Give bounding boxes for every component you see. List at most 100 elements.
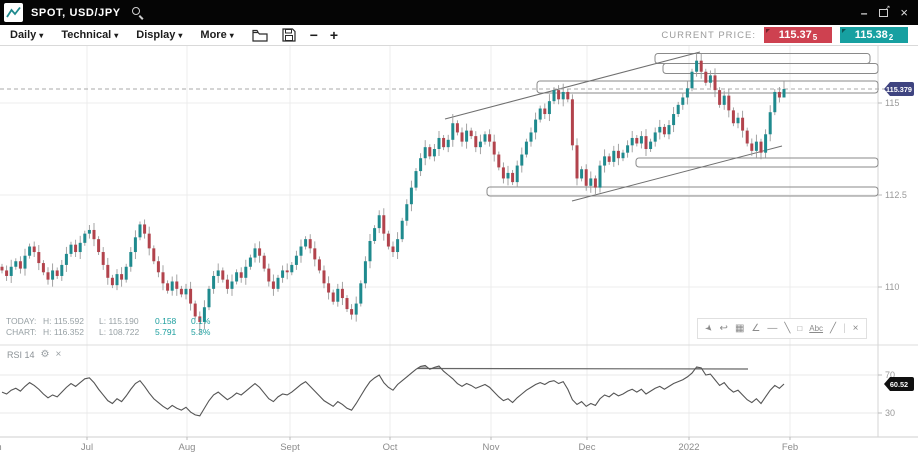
candle-up (562, 92, 565, 99)
zoom-out-button[interactable]: − (310, 28, 318, 42)
rsi-close-icon[interactable]: × (55, 349, 61, 360)
candle-up (244, 267, 247, 278)
candle-up (410, 188, 413, 205)
candle-up (626, 145, 629, 152)
candle-up (668, 125, 671, 134)
candle-down (350, 309, 353, 315)
candle-up (658, 127, 661, 133)
candle-up (401, 221, 404, 239)
candle-down (470, 131, 473, 137)
menu-technical[interactable]: Technical▾ (61, 29, 118, 41)
diagonal-line-tool-icon[interactable]: ╱ (830, 323, 836, 334)
candle-down (56, 270, 59, 276)
candle-down (732, 110, 735, 123)
candle-down (120, 274, 123, 280)
candle-up (231, 281, 234, 288)
candle-down (741, 118, 744, 131)
candle-up (589, 178, 592, 185)
candle-up (14, 261, 17, 267)
candle-down (387, 234, 390, 247)
rsi-value-tag-text: 60.52 (890, 380, 908, 389)
horizontal-line-tool-icon[interactable]: — (767, 323, 777, 334)
candle-up (438, 138, 441, 149)
drawn-rectangle (537, 81, 878, 93)
candle-up (125, 267, 128, 280)
candle-down (718, 90, 721, 105)
candle-up (695, 61, 698, 72)
text-tool-icon[interactable]: Abc (809, 324, 823, 333)
candle-up (769, 112, 772, 134)
candle-up (677, 105, 680, 114)
candle-up (419, 158, 422, 171)
gear-icon[interactable]: ⚙ (41, 349, 50, 360)
candle-up (129, 252, 132, 267)
candle-up (433, 149, 436, 156)
candle-up (212, 276, 215, 289)
candle-down (106, 265, 109, 278)
freehand-tool-icon[interactable]: ↩ (720, 323, 728, 334)
menu-daily[interactable]: Daily▾ (10, 29, 43, 41)
candle-up (507, 173, 510, 179)
candle-down (332, 293, 335, 302)
candle-down (392, 247, 395, 253)
candle-down (488, 134, 491, 141)
candle-up (612, 151, 615, 162)
candle-up (217, 270, 220, 276)
zoom-in-button[interactable]: + (330, 28, 338, 42)
candle-up (672, 114, 675, 125)
candle-up (691, 72, 694, 89)
close-tools-icon[interactable]: × (853, 323, 859, 334)
candle-up (534, 120, 537, 133)
candle-up (277, 278, 280, 289)
search-icon[interactable] (131, 6, 145, 20)
candle-up (622, 153, 625, 159)
menu-display[interactable]: Display▾ (136, 29, 182, 41)
candle-up (465, 131, 468, 142)
candle-up (235, 272, 238, 281)
candle-up (737, 118, 740, 124)
candlestick-chart-canvas[interactable]: 115112.51107030JunJulAugSeptOctNovDec202… (0, 46, 918, 461)
save-icon[interactable] (282, 28, 296, 42)
today-stats-row: TODAY: H: 115.592 L: 115.190 0.158 0.1% (6, 316, 210, 327)
candle-up (548, 101, 551, 114)
candle-up (396, 239, 399, 252)
candle-up (447, 140, 450, 147)
ask-price-box: 115.382 (840, 27, 908, 43)
candle-down (594, 178, 597, 187)
candle-down (585, 169, 588, 186)
candle-down (497, 155, 500, 168)
open-folder-icon[interactable] (252, 29, 268, 42)
candle-up (208, 289, 211, 307)
pointer-tool-icon[interactable]: ➤ (702, 322, 715, 335)
trend-line-tool-icon[interactable]: ╲ (784, 323, 790, 334)
candle-down (19, 261, 22, 268)
grid-tool-icon[interactable]: ▦ (735, 323, 744, 334)
candle-down (318, 259, 321, 270)
candle-up (300, 247, 303, 256)
candle-up (359, 283, 362, 303)
candle-down (175, 281, 178, 288)
candle-up (83, 234, 86, 243)
candle-down (189, 289, 192, 304)
candle-down (617, 151, 620, 158)
candle-down (97, 239, 100, 252)
candle-up (373, 228, 376, 241)
minimize-icon[interactable]: – (861, 8, 868, 18)
candle-up (525, 142, 528, 155)
candle-down (111, 278, 114, 285)
candle-up (603, 156, 606, 165)
candle-down (33, 247, 36, 253)
candle-down (221, 270, 224, 279)
close-icon[interactable]: × (900, 5, 908, 20)
candle-down (226, 280, 229, 289)
popout-icon[interactable]: ↗ (879, 9, 888, 17)
fan-lines-tool-icon[interactable]: ∠ (751, 323, 760, 334)
candle-down (1, 267, 4, 271)
candle-up (355, 304, 358, 315)
candle-down (760, 142, 763, 153)
rectangle-tool-icon[interactable]: □ (797, 324, 802, 333)
chart-area[interactable]: 115112.51107030JunJulAugSeptOctNovDec202… (0, 46, 918, 461)
drawing-toolbar: ➤ ↩ ▦ ∠ — ╲ □ Abc ╱ | × (697, 318, 867, 339)
menu-more[interactable]: More▾ (200, 29, 233, 41)
candle-up (599, 166, 602, 188)
